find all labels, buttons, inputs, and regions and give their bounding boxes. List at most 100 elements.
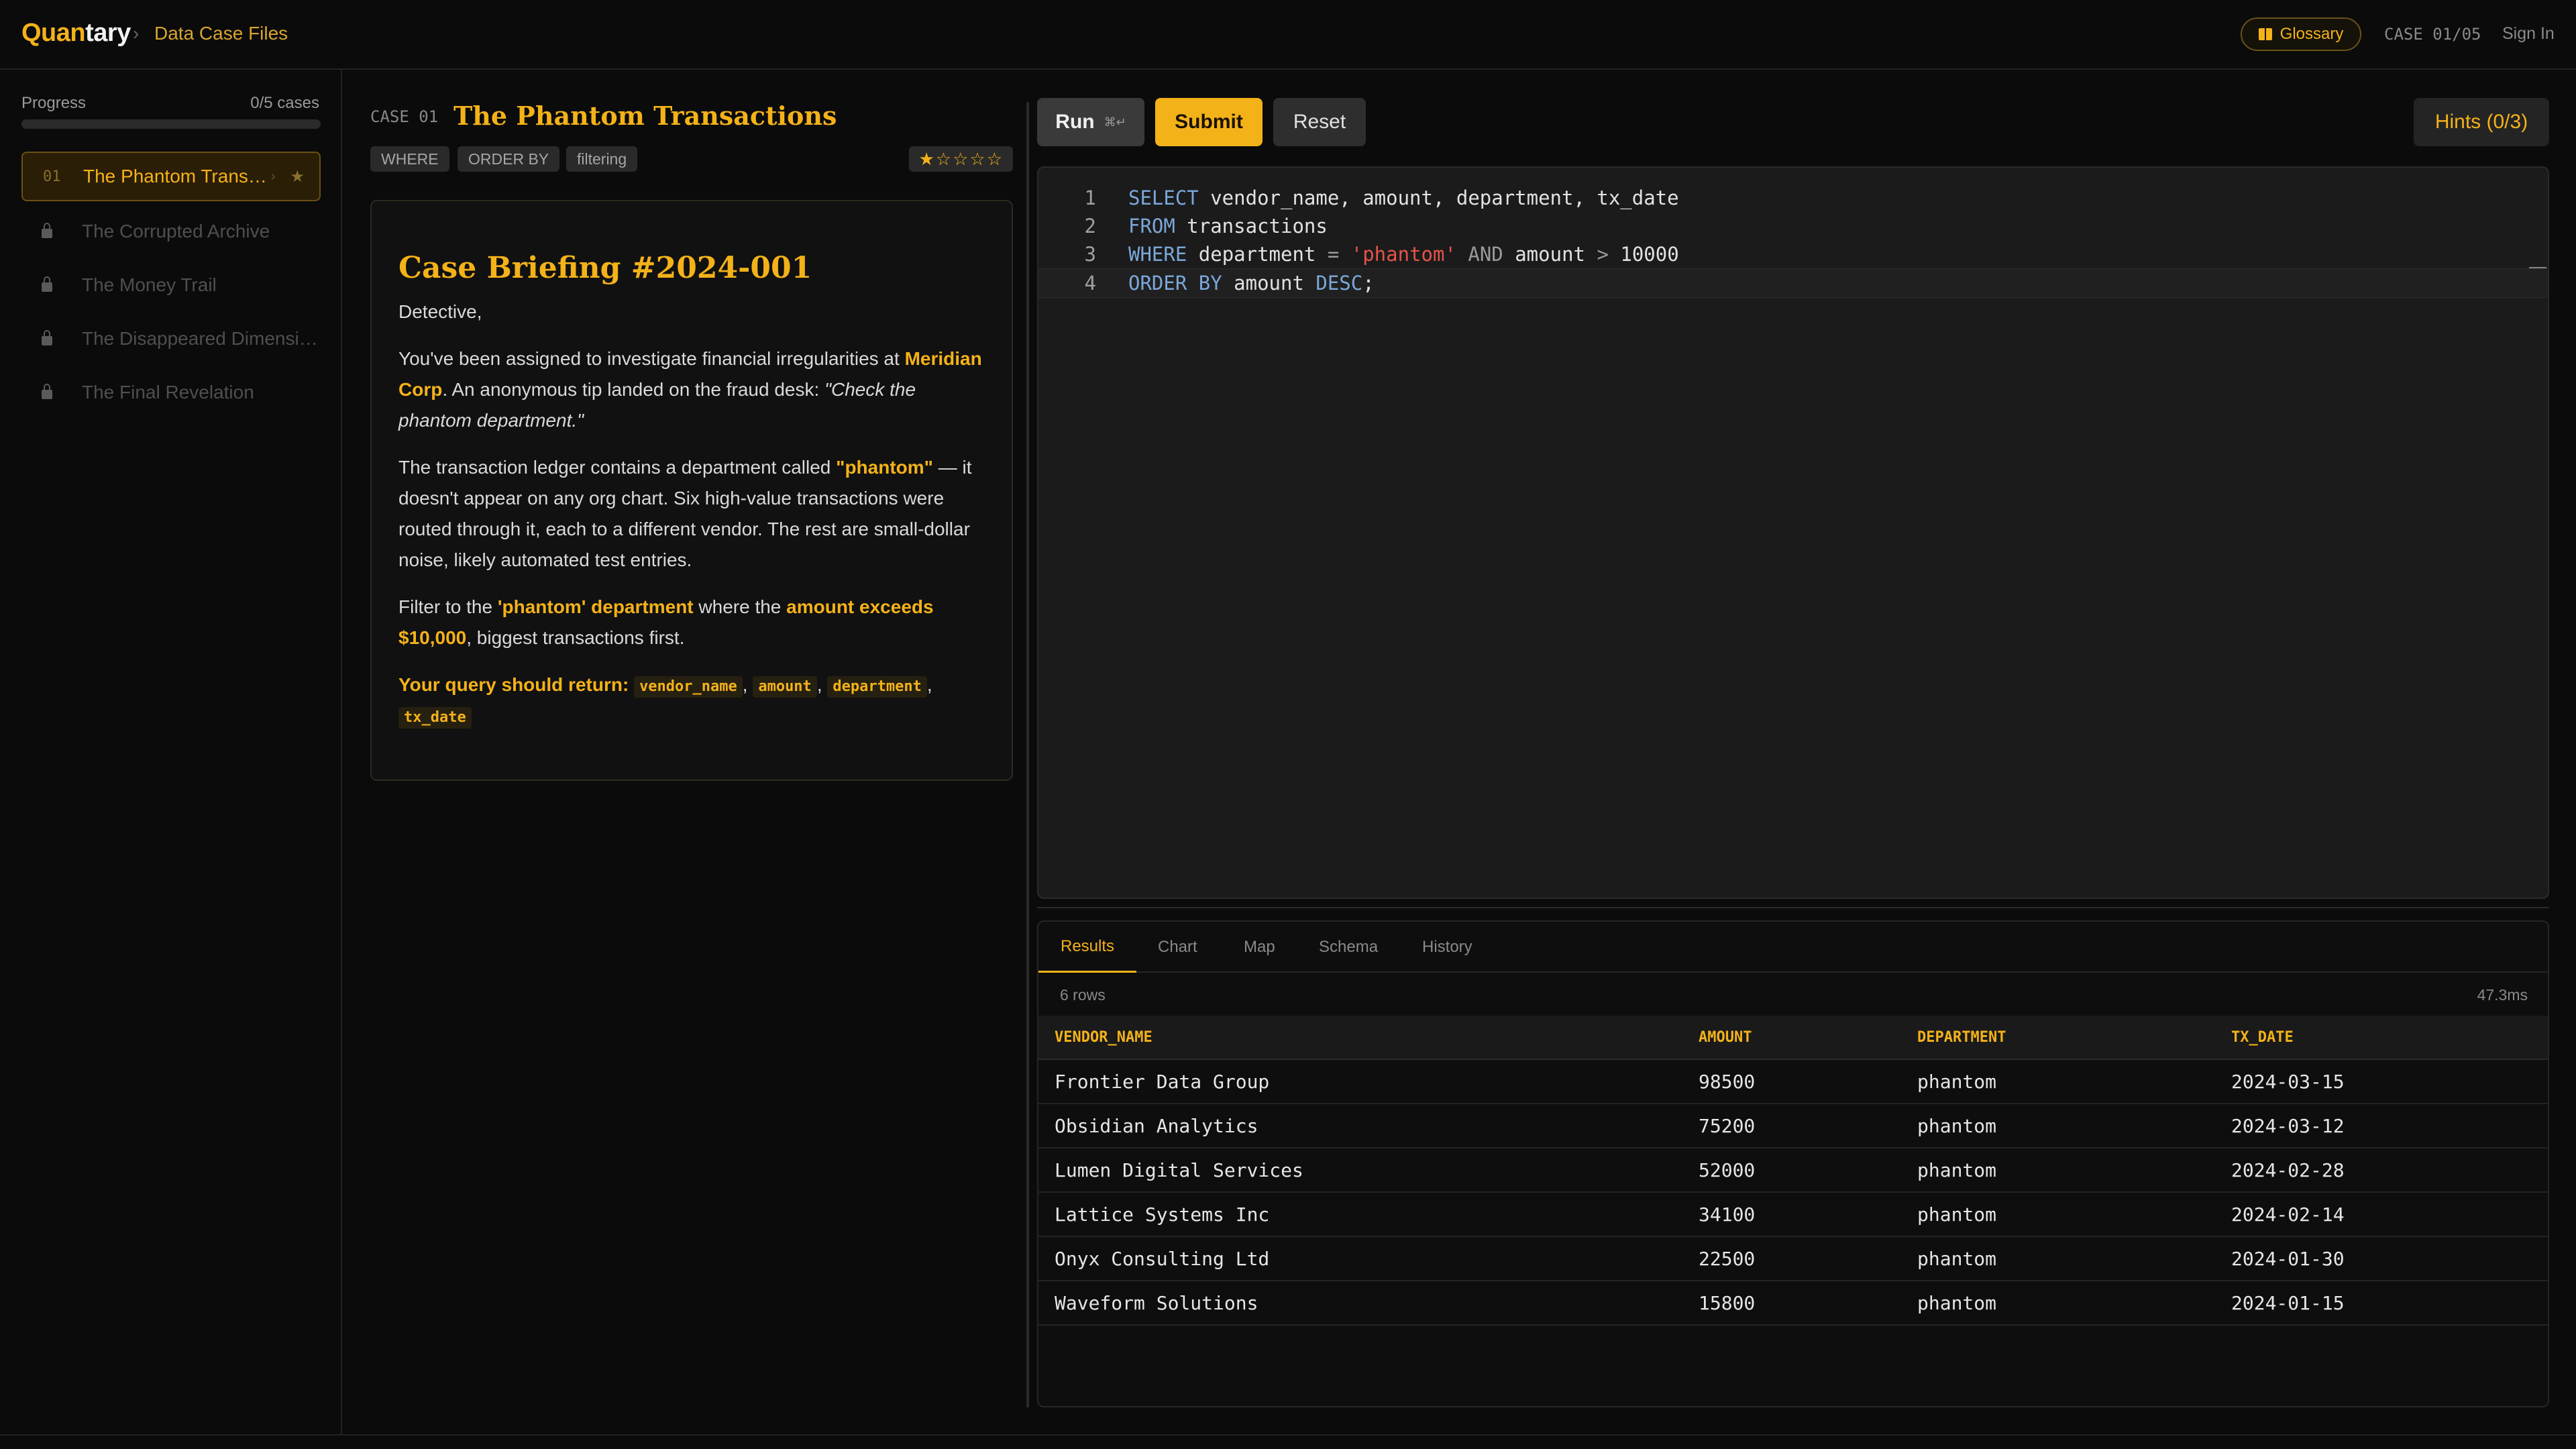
cell-amount: 34100 — [1699, 1203, 1756, 1226]
breadcrumb[interactable]: Data Case Files — [154, 23, 288, 44]
cell-vendor-name: Lumen Digital Services — [1055, 1159, 1303, 1181]
sign-in-link[interactable]: Sign In — [2502, 24, 2555, 44]
scroll-marker — [2529, 267, 2546, 268]
case-item-title: The Corrupted Archive — [82, 221, 270, 241]
code-token: WHERE — [1128, 243, 1187, 266]
tab-chart[interactable]: Chart — [1158, 922, 1197, 973]
column-header-tx-date[interactable]: TX_DATE — [2231, 1029, 2294, 1046]
case-counter: CASE 01/05 — [2384, 25, 2481, 44]
sql-editor[interactable]: 1 SELECT vendor_name, amount, department,… — [1037, 166, 2549, 899]
tab-results[interactable]: Results — [1038, 922, 1136, 973]
code-token: > — [1597, 243, 1609, 266]
pane-splitter[interactable] — [1026, 102, 1029, 1407]
brand-logo[interactable]: Quantary — [21, 19, 131, 48]
table-row: Lattice Systems Inc 34100 phantom 2024-0… — [1038, 1193, 2548, 1237]
case-item-2[interactable]: The Corrupted Archive — [21, 207, 321, 256]
code-text: WHERE department = 'phantom' AND amount … — [1128, 243, 1679, 266]
code-line-4[interactable]: 4 ORDER BY amount DESC; — [1038, 268, 2548, 298]
column-header-department[interactable]: DEPARTMENT — [1917, 1029, 2006, 1046]
results-tabs: Results Chart Map Schema History — [1038, 922, 2548, 973]
hints-button[interactable]: Hints (0/3) — [2414, 98, 2549, 146]
column-header-vendor-name[interactable]: VENDOR_NAME — [1055, 1029, 1152, 1046]
case-label: CASE 01 — [370, 107, 439, 126]
status-bar-border — [0, 1434, 2576, 1436]
cell-amount: 98500 — [1699, 1071, 1756, 1093]
case-title: The Phantom Transactions — [453, 101, 837, 131]
separator: , — [816, 674, 822, 695]
text: The transaction ledger contains a depart… — [398, 457, 837, 478]
breadcrumb-separator: › — [133, 23, 140, 44]
cell-department: phantom — [1917, 1071, 1997, 1093]
query-timing: 47.3ms — [2477, 986, 2528, 1004]
progress-count: 0/5 cases — [250, 94, 319, 112]
briefing-paragraph-2: The transaction ledger contains a depart… — [398, 452, 985, 576]
code-line-3[interactable]: 3 WHERE department = 'phantom' AND amount… — [1038, 240, 2548, 268]
cell-amount: 52000 — [1699, 1159, 1756, 1181]
tab-schema[interactable]: Schema — [1319, 922, 1378, 973]
tag-filtering: filtering — [566, 146, 638, 172]
case-item-4[interactable]: The Disappeared Dimensions — [21, 314, 321, 364]
code-text: SELECT vendor_name, amount, department, … — [1128, 186, 1679, 209]
case-item-1[interactable]: 01 The Phantom Transactions › ★ — [21, 152, 321, 201]
case-briefing: Case Briefing #2024-001 Detective, You'v… — [370, 200, 1013, 781]
case-sidebar: Progress 0/5 cases 01 The Phantom Transa… — [0, 70, 342, 1434]
lock-icon — [21, 330, 82, 345]
tag-where: WHERE — [370, 146, 449, 172]
chevron-right-icon: › — [270, 168, 276, 184]
filter-highlight: 'phantom' department — [497, 596, 694, 617]
tab-history[interactable]: History — [1422, 922, 1472, 973]
reset-button[interactable]: Reset — [1273, 98, 1366, 146]
table-row: Lumen Digital Services 52000 phantom 202… — [1038, 1148, 2548, 1193]
cell-tx-date: 2024-01-30 — [2231, 1248, 2345, 1270]
line-number: 4 — [1084, 272, 1096, 294]
column-chip: department — [827, 676, 927, 698]
department-highlight: "phantom" — [836, 457, 933, 478]
table-row: Waveform Solutions 15800 phantom 2024-01… — [1038, 1281, 2548, 1326]
separator: , — [742, 674, 748, 695]
briefing-heading: Case Briefing #2024-001 — [398, 251, 812, 285]
code-token: 'phantom' — [1350, 243, 1456, 266]
line-number: 1 — [1084, 186, 1096, 209]
case-item-3[interactable]: The Money Trail — [21, 260, 321, 310]
return-label: Your query should return: — [398, 674, 629, 695]
glossary-button[interactable]: Glossary — [2241, 17, 2361, 51]
case-item-title: The Final Revelation — [82, 382, 254, 402]
line-number: 2 — [1084, 215, 1096, 237]
editor-results-divider[interactable] — [1037, 907, 2549, 908]
star-icon: ★ — [290, 167, 305, 186]
tag-order-by: ORDER BY — [458, 146, 560, 172]
code-token: FROM — [1128, 215, 1175, 237]
cell-vendor-name: Onyx Consulting Ltd — [1055, 1248, 1270, 1270]
text: Filter to the — [398, 596, 498, 617]
code-token: SELECT — [1128, 186, 1199, 209]
expected-columns: Your query should return: vendor_name, a… — [398, 669, 985, 731]
cell-vendor-name: Frontier Data Group — [1055, 1071, 1270, 1093]
difficulty-stars: ★☆☆☆☆ — [909, 146, 1013, 172]
code-line-2[interactable]: 2 FROM transactions — [1038, 212, 2548, 240]
cell-department: phantom — [1917, 1292, 1997, 1314]
code-token: 10000 — [1608, 243, 1679, 266]
run-button[interactable]: Run ⌘↵ — [1037, 98, 1144, 146]
code-token: amount — [1222, 272, 1316, 294]
case-item-title: The Money Trail — [82, 274, 217, 295]
column-chip: amount — [753, 676, 817, 698]
submit-button[interactable]: Submit — [1155, 98, 1263, 146]
tab-map[interactable]: Map — [1244, 922, 1275, 973]
text: You've been assigned to investigate fina… — [398, 348, 905, 369]
cell-tx-date: 2024-02-28 — [2231, 1159, 2345, 1181]
code-token: vendor_name, amount, department, tx_date — [1198, 186, 1679, 209]
case-item-5[interactable]: The Final Revelation — [21, 368, 321, 417]
lock-icon — [21, 276, 82, 292]
briefing-paragraph-3: Filter to the 'phantom' department where… — [398, 592, 985, 653]
cell-amount: 75200 — [1699, 1115, 1756, 1137]
cell-department: phantom — [1917, 1159, 1997, 1181]
case-item-title: The Phantom Transactions — [83, 166, 271, 186]
column-header-amount[interactable]: AMOUNT — [1699, 1029, 1752, 1046]
cell-tx-date: 2024-02-14 — [2231, 1203, 2345, 1226]
code-token: amount — [1503, 243, 1597, 266]
code-token: ORDER BY — [1128, 272, 1222, 294]
cell-amount: 22500 — [1699, 1248, 1756, 1270]
glossary-label: Glossary — [2279, 25, 2344, 43]
code-line-1[interactable]: 1 SELECT vendor_name, amount, department,… — [1038, 184, 2548, 212]
